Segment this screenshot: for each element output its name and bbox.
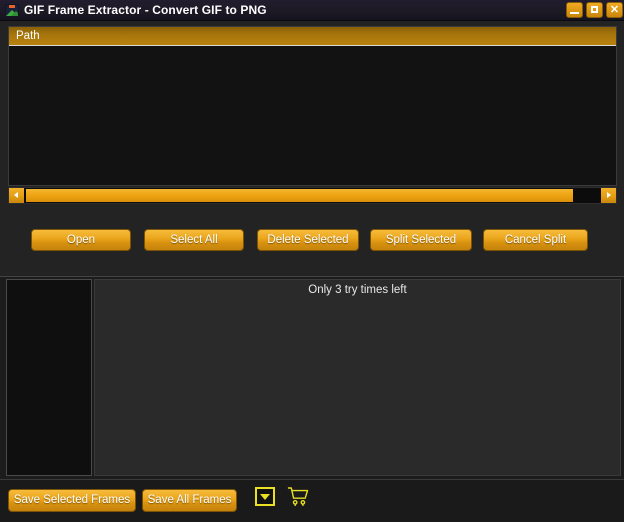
- maximize-icon: [591, 6, 598, 13]
- shopping-cart-icon[interactable]: [287, 486, 309, 507]
- file-list-header: Path: [9, 27, 616, 46]
- file-list-body[interactable]: [9, 47, 616, 185]
- maximize-button[interactable]: [586, 2, 603, 18]
- lower-panel: Only 3 try times left Save Selected Fram…: [0, 276, 624, 522]
- close-button[interactable]: ✕: [606, 2, 623, 18]
- thumbnail-list-panel[interactable]: [6, 279, 92, 476]
- bottom-toolbar: Save Selected Frames Save All Frames: [0, 479, 624, 522]
- minimize-icon: [570, 12, 579, 14]
- select-all-button[interactable]: Select All: [144, 229, 244, 251]
- horizontal-scrollbar[interactable]: [8, 187, 617, 204]
- save-selected-frames-button[interactable]: Save Selected Frames: [8, 489, 136, 512]
- minimize-button[interactable]: [566, 2, 583, 18]
- title-bar: GIF Frame Extractor - Convert GIF to PNG…: [0, 0, 624, 21]
- triangle-down-icon: [260, 494, 270, 500]
- window-title: GIF Frame Extractor - Convert GIF to PNG: [24, 3, 267, 17]
- application-window: GIF Frame Extractor - Convert GIF to PNG…: [0, 0, 624, 522]
- scroll-left-arrow-icon[interactable]: [9, 188, 24, 203]
- triangle-right-icon: [607, 192, 611, 198]
- chevron-down-icon[interactable]: [255, 487, 275, 506]
- image-picture-icon: [5, 4, 19, 17]
- scroll-right-arrow-icon[interactable]: [601, 188, 616, 203]
- close-icon: ✕: [609, 4, 620, 16]
- triangle-left-icon: [14, 192, 18, 198]
- column-header-path: Path: [16, 30, 40, 42]
- status-text: Only 3 try times left: [308, 284, 407, 296]
- upper-panel: Path Open Select All Delete Selected Spl…: [0, 21, 624, 276]
- frame-preview-panel[interactable]: Only 3 try times left: [94, 279, 621, 476]
- cancel-split-button[interactable]: Cancel Split: [483, 229, 588, 251]
- open-button[interactable]: Open: [31, 229, 131, 251]
- save-all-frames-button[interactable]: Save All Frames: [142, 489, 237, 512]
- split-selected-button[interactable]: Split Selected: [370, 229, 472, 251]
- file-list[interactable]: Path: [8, 26, 617, 186]
- delete-selected-button[interactable]: Delete Selected: [257, 229, 359, 251]
- scrollbar-thumb[interactable]: [26, 189, 573, 202]
